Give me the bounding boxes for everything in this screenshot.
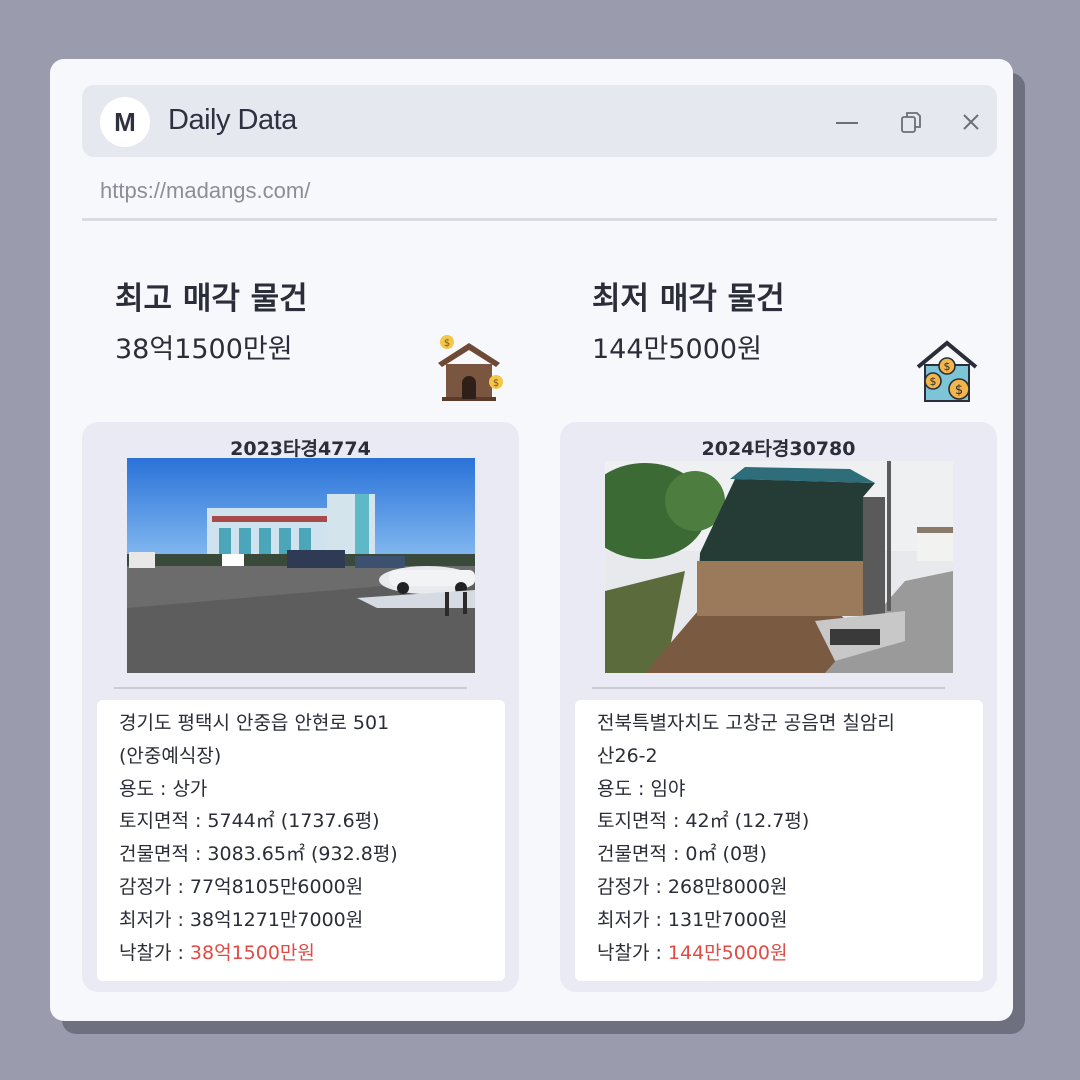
close-icon <box>963 114 979 130</box>
land-area: 토지면적 : 42㎡ (12.7평) <box>597 810 810 833</box>
highest-heading: 최고 매각 물건 <box>115 281 308 317</box>
close-button[interactable] <box>954 105 988 139</box>
case-number: 2023타경4774 <box>230 438 371 460</box>
minimize-button[interactable] <box>830 105 864 139</box>
address-line-1: 경기도 평택시 안중읍 안현로 501 <box>119 712 390 734</box>
address-line-1: 전북특별자치도 고창군 공음면 칠암리 <box>597 712 895 734</box>
winning-bid-label: 낙찰가 : <box>119 941 190 964</box>
house-coins-icon: $ $ $ <box>916 340 978 402</box>
highest-amount: 38억1500만원 <box>115 334 293 365</box>
minimum-price: 최저가 : 131만7000원 <box>597 908 788 931</box>
url-divider <box>82 218 997 221</box>
lowest-heading: 최저 매각 물건 <box>592 281 785 317</box>
card-divider <box>114 687 467 689</box>
svg-text:$: $ <box>493 378 499 389</box>
card-divider <box>592 687 945 689</box>
app-window: M Daily Data https://madangs.com/ 최고 매각 … <box>50 59 1013 1021</box>
svg-text:$: $ <box>944 360 951 373</box>
property-info: 경기도 평택시 안중읍 안현로 501 (안중예식장) 용도 : 상가 토지면적… <box>97 700 505 981</box>
winning-bid-label: 낙찰가 : <box>597 941 668 964</box>
property-info: 전북특별자치도 고창군 공음면 칠암리 산26-2 용도 : 임야 토지면적 :… <box>575 700 983 981</box>
address-line-2: 산26-2 <box>597 744 658 767</box>
lowest-property-card[interactable]: 2024타경30780 전북특별자치도 고창군 공음면 칠암리 산26-2 용도… <box>560 422 997 992</box>
title-bar: M Daily Data <box>82 85 997 157</box>
highest-property-card[interactable]: 2023타경4774 경기도 평택시 안중읍 안현로 501 (안중예식장) 용… <box>82 422 519 992</box>
copy-icon <box>901 112 921 133</box>
app-title: Daily Data <box>168 104 297 136</box>
winning-bid: 낙찰가 : 38억1500만원 <box>119 937 485 970</box>
usage: 용도 : 임야 <box>597 777 686 800</box>
house-money-icon: $ $ <box>438 335 503 401</box>
svg-text:$: $ <box>955 383 963 398</box>
appraised-price: 감정가 : 77억8105만6000원 <box>119 875 364 898</box>
winning-bid: 낙찰가 : 144만5000원 <box>597 937 963 970</box>
app-logo: M <box>100 97 150 147</box>
land-area: 토지면적 : 5744㎡ (1737.6평) <box>119 810 380 833</box>
svg-text:$: $ <box>930 375 937 388</box>
address-line-2: (안중예식장) <box>119 744 222 767</box>
building-area: 건물면적 : 0㎡ (0평) <box>597 843 767 866</box>
property-photo <box>127 458 475 673</box>
svg-text:$: $ <box>444 338 450 349</box>
minimize-icon <box>836 122 858 124</box>
url-text[interactable]: https://madangs.com/ <box>100 178 310 204</box>
lowest-amount: 144만5000원 <box>592 334 762 365</box>
case-number: 2024타경30780 <box>701 438 856 460</box>
winning-bid-value: 144만5000원 <box>667 941 788 964</box>
minimum-price: 최저가 : 38억1271만7000원 <box>119 908 364 931</box>
winning-bid-value: 38억1500만원 <box>189 941 315 964</box>
appraised-price: 감정가 : 268만8000원 <box>597 875 788 898</box>
usage: 용도 : 상가 <box>119 777 208 800</box>
property-photo <box>605 461 953 673</box>
restore-button[interactable] <box>894 105 928 139</box>
building-area: 건물면적 : 3083.65㎡ (932.8평) <box>119 843 398 866</box>
